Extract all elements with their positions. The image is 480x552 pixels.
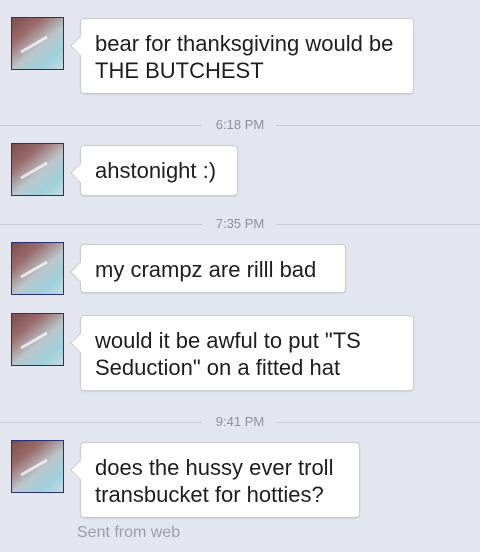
message-text: would it be awful to put "TS Seduction" …	[95, 328, 361, 380]
divider	[276, 224, 480, 225]
message-text: my crampz are rilll bad	[95, 257, 317, 282]
message-bubble[interactable]: would it be awful to put "TS Seduction" …	[80, 315, 414, 391]
message-text: does the hussy ever troll transbucket fo…	[95, 455, 334, 507]
timestamp-separator: 7:35 PM	[0, 214, 480, 234]
avatar[interactable]	[11, 313, 64, 366]
divider	[276, 422, 480, 423]
message-bubble[interactable]: does the hussy ever troll transbucket fo…	[80, 442, 360, 518]
avatar[interactable]	[11, 17, 64, 70]
message-text: bear for thanksgiving would be THE BUTCH…	[95, 31, 394, 83]
timestamp-separator: 9:41 PM	[0, 412, 480, 432]
message-bubble[interactable]: bear for thanksgiving would be THE BUTCH…	[80, 18, 414, 94]
message-bubble[interactable]: my crampz are rilll bad	[80, 244, 346, 293]
divider	[276, 125, 480, 126]
avatar[interactable]	[11, 440, 64, 493]
avatar[interactable]	[11, 143, 64, 196]
sent-from-label: Sent from web	[77, 524, 181, 541]
avatar[interactable]	[11, 242, 64, 295]
message-text: ahstonight :)	[95, 158, 217, 183]
message-bubble[interactable]: ahstonight :)	[80, 145, 238, 196]
timestamp-separator: 6:18 PM	[0, 115, 480, 135]
